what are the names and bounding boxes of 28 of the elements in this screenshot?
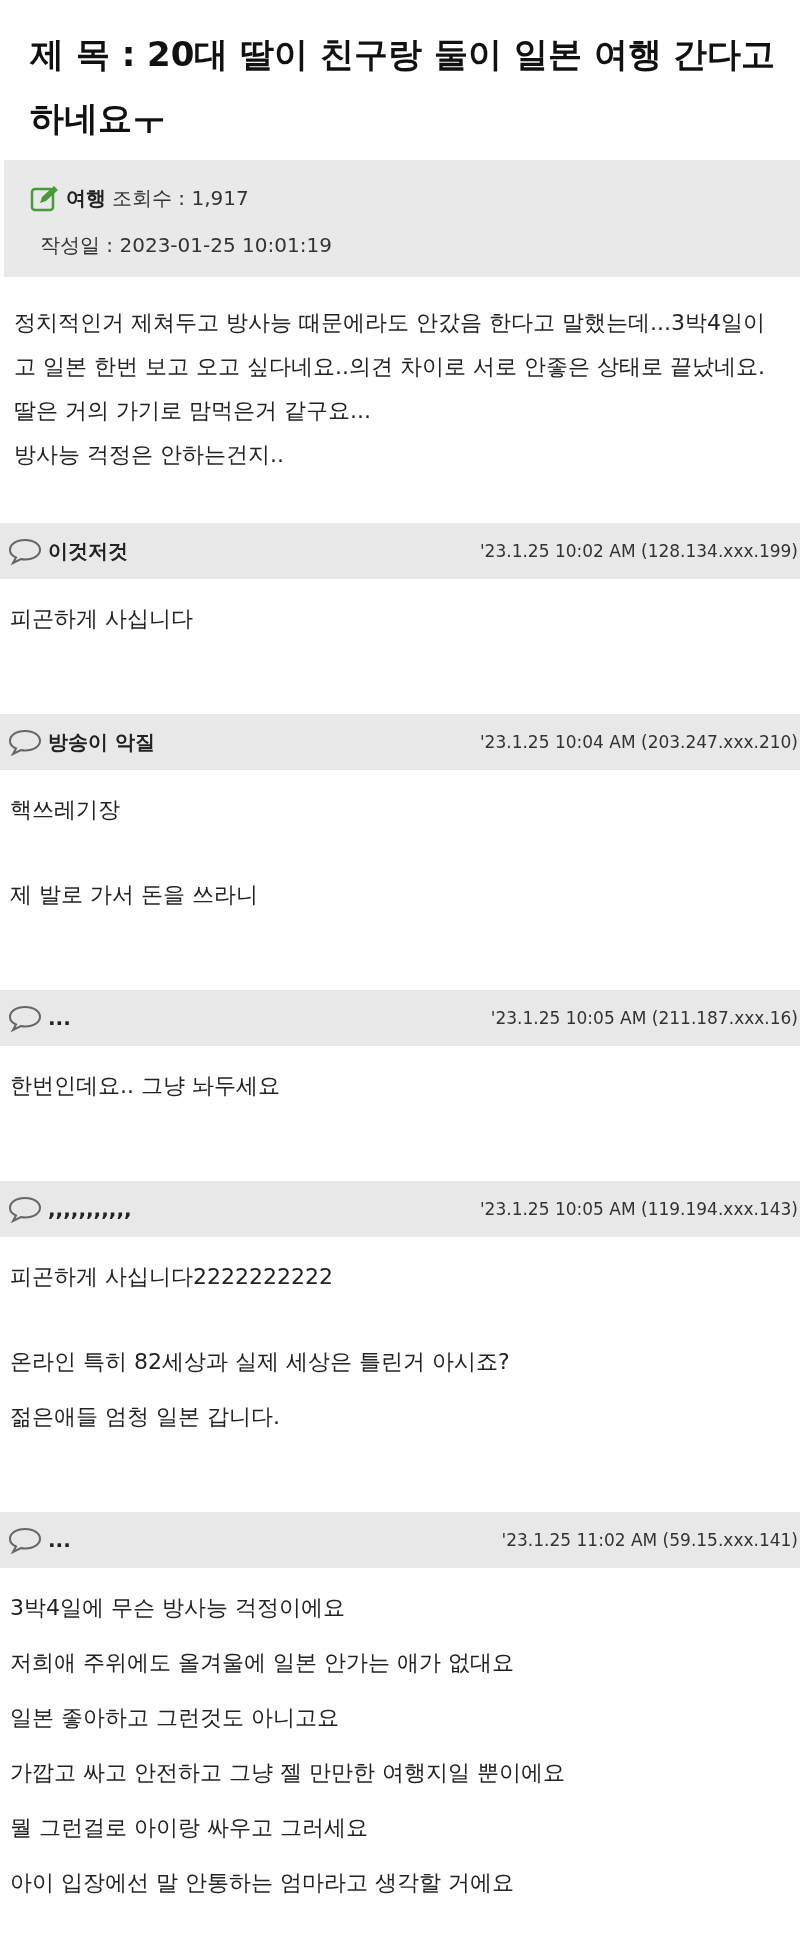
comment-meta: '23.1.25 10:05 AM (119.194.xxx.143) (479, 1199, 798, 1219)
category-label: 여행 (66, 184, 106, 212)
comment-meta: '23.1.25 10:05 AM (211.187.xxx.16) (490, 1008, 798, 1028)
comment-author: 방송이 악질 (48, 728, 155, 756)
speech-bubble-icon (8, 1195, 42, 1223)
comment-text: 피곤하게 사십니다 (10, 605, 194, 633)
comment-meta: '23.1.25 10:04 AM (203.247.xxx.210) (479, 732, 798, 752)
view-count: 조회수 : 1,917 (112, 184, 249, 212)
comment-text: 핵쓰레기장 (10, 796, 121, 824)
comment-text: 피곤하게 사십니다2222222222 (10, 1263, 334, 1291)
post-title: 제 목 : 20대 딸이 친구랑 둘이 일본 여행 간다고 하네요ㅜ (29, 33, 777, 140)
speech-bubble-icon (8, 537, 42, 565)
comment-author: 이것저것 (48, 537, 128, 565)
comment-text: 온라인 특히 82세상과 실제 세상은 틀린거 아시죠? 젊은애들 엄청 일본 갑니다. (10, 1348, 511, 1431)
comment-text: 3박4일에 무슨 방사능 걱정이에요 저희애 주위에도 올겨울에 일본 안가는 애가 없대요 일본 좋아하고 그런것도 아니고요 가깝고 싸고 안전하고 그냥 젤 만만한 여행지일 뿐이에요 뭘 그런걸로 아이랑 싸우고 그러세요 아이 입장에선 말 안통하는 엄마라고 생각할 거에요 (10, 1594, 566, 1897)
comment-meta: '23.1.25 11:02 AM (59.15.xxx.141) (501, 1530, 798, 1550)
comment-meta: '23.1.25 10:02 AM (128.134.xxx.199) (479, 541, 798, 561)
post-date: 작성일 : 2023-01-25 10:01:19 (39, 232, 333, 259)
comment-author: ,,,,,,,,,,, (48, 1197, 132, 1221)
speech-bubble-icon (8, 1526, 42, 1554)
comment-author: ... (48, 1528, 71, 1552)
comment-text: 제 발로 가서 돈을 쓰라니 (10, 881, 259, 909)
post-body-text: 정치적인거 제쳐두고 방사능 때문에라도 안갔음 한다고 말했는데...3박4일이고 일본 한번 보고 오고 싶다네요..의견 차이로 서로 안좋은 상태로 끝났네요. 딸은 거의 가기로 맘먹은거 같구요... 방사능 걱정은 안하는건지.. (14, 309, 766, 469)
speech-bubble-icon (8, 728, 42, 756)
edit-icon (30, 184, 60, 212)
comment-author: ... (48, 1006, 71, 1030)
comment-text: 한번인데요.. 그냥 놔두세요 (10, 1072, 281, 1100)
speech-bubble-icon (8, 1004, 42, 1032)
